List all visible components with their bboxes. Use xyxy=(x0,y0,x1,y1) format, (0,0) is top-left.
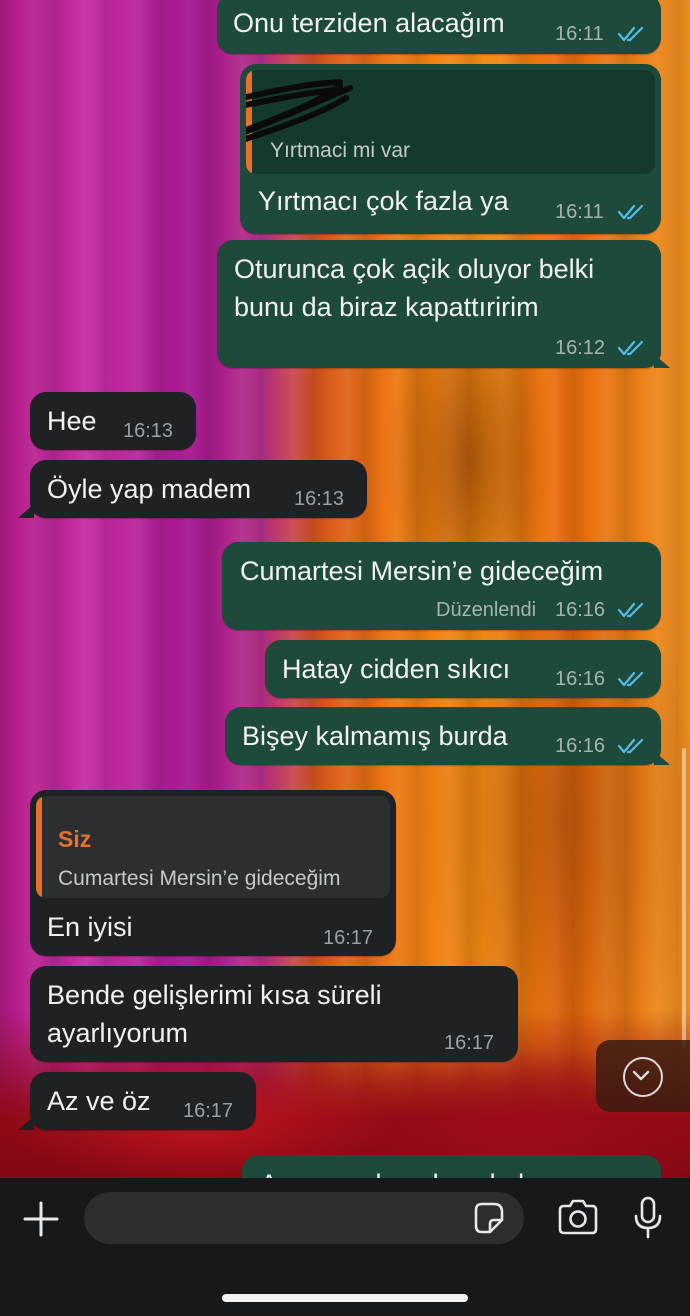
plus-icon[interactable] xyxy=(22,1200,60,1238)
message-time: 16:16 xyxy=(555,599,606,621)
message-text-line: Oturunca çok açik oluyor belki xyxy=(234,254,595,284)
quote-accent-bar xyxy=(36,796,42,898)
message-text: Hee xyxy=(47,406,97,436)
quote-text: Cumartesi Mersin’e gideceğim xyxy=(58,867,341,890)
outgoing-message-reply[interactable]: Yırtmaci mi var Yırtmacı çok fazla ya 16… xyxy=(240,64,661,234)
quote-author: Siz xyxy=(58,826,92,852)
double-check-icon xyxy=(617,340,644,356)
message-input[interactable] xyxy=(84,1192,524,1244)
outgoing-message[interactable]: Oturunca çok açik oluyor belki bunu da b… xyxy=(217,240,661,368)
message-text: Yırtmacı çok fazla ya xyxy=(258,186,509,216)
message-text: Onu terziden alacağım xyxy=(233,8,505,38)
message-time: 16:17 xyxy=(183,1100,234,1122)
double-check-icon xyxy=(617,26,644,42)
quoted-message[interactable]: Siz Cumartesi Mersin’e gideceğim xyxy=(36,796,390,898)
message-text-line: ayarlıyorum xyxy=(47,1018,189,1048)
bubble-tail xyxy=(654,751,670,765)
message-time: 16:13 xyxy=(294,488,345,510)
outgoing-message[interactable]: Bişey kalmamış burda 16:16 xyxy=(225,707,661,765)
message-time: 16:16 xyxy=(555,668,606,690)
camera-icon[interactable] xyxy=(556,1198,600,1236)
outgoing-message[interactable]: Hatay cidden sıkıcı 16:16 xyxy=(265,640,661,698)
scroll-to-bottom-button[interactable] xyxy=(596,1040,690,1112)
message-time: 16:11 xyxy=(555,23,604,45)
message-text: En iyisi xyxy=(47,912,133,942)
double-check-icon xyxy=(617,671,644,687)
incoming-message[interactable]: Bende gelişlerimi kısa süreli ayarlıyoru… xyxy=(30,966,518,1062)
bubble-tail xyxy=(18,504,34,518)
chevron-down-icon xyxy=(623,1057,663,1097)
message-time: 16:17 xyxy=(444,1032,495,1054)
message-time: 16:16 xyxy=(555,735,606,757)
home-indicator[interactable] xyxy=(222,1294,468,1302)
bubble-tail xyxy=(18,1116,34,1130)
message-time: 16:17 xyxy=(323,927,374,949)
incoming-message[interactable]: Öyle yap madem 16:13 xyxy=(30,460,367,518)
incoming-message[interactable]: Hee 16:13 xyxy=(30,392,196,450)
quote-text: Yırtmaci mi var xyxy=(270,139,411,162)
message-time: 16:12 xyxy=(555,337,606,359)
incoming-message-reply[interactable]: Siz Cumartesi Mersin’e gideceğim En iyis… xyxy=(30,790,396,956)
message-text: Hatay cidden sıkıcı xyxy=(282,654,511,684)
double-check-icon xyxy=(617,602,644,618)
message-text: Öyle yap madem xyxy=(47,474,252,504)
bubble-tail xyxy=(654,354,670,368)
message-time: 16:13 xyxy=(123,420,174,442)
double-check-icon xyxy=(617,204,644,220)
message-text: Az ve öz xyxy=(47,1086,151,1116)
message-time: 16:11 xyxy=(555,201,604,223)
message-text-line: Bende gelişlerimi kısa süreli xyxy=(47,980,382,1010)
message-text: Bişey kalmamış burda xyxy=(242,721,508,751)
edited-label: Düzenlendi xyxy=(436,599,537,621)
scroll-indicator[interactable] xyxy=(682,748,686,1048)
quoted-message[interactable]: Yırtmaci mi var xyxy=(246,70,655,174)
microphone-icon[interactable] xyxy=(632,1196,664,1240)
sticker-icon[interactable] xyxy=(470,1200,506,1236)
outgoing-message[interactable]: Cumartesi Mersin’e gideceğim Düzenlendi … xyxy=(222,542,661,630)
double-check-icon xyxy=(617,738,644,754)
incoming-message[interactable]: Az ve öz 16:17 xyxy=(30,1072,256,1130)
message-text: Cumartesi Mersin’e gideceğim xyxy=(240,556,604,586)
outgoing-message[interactable]: Onu terziden alacağım 16:11 xyxy=(217,0,661,54)
message-text-line: bunu da biraz kapattıririm xyxy=(234,292,539,322)
